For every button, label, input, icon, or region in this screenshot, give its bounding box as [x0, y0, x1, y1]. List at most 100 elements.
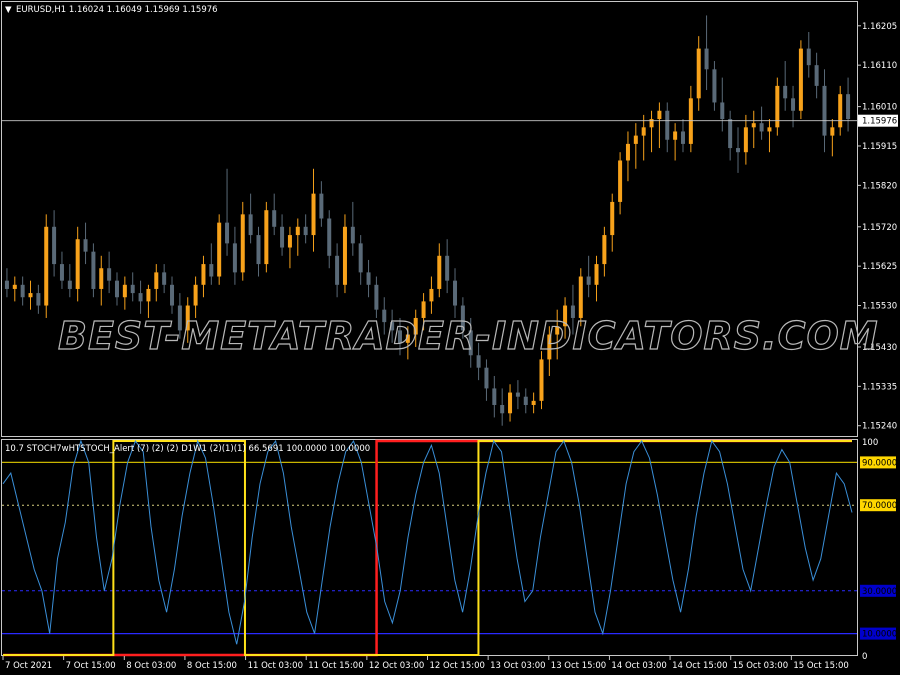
price-tick-label: 1.15720	[862, 223, 897, 233]
candle-body	[193, 284, 198, 306]
candle-body	[335, 255, 340, 285]
level-tag-label-90: 90.0000	[862, 458, 897, 468]
candle-body	[162, 272, 167, 285]
time-tick-label: 13 Oct 03:00	[490, 661, 545, 671]
candle-body	[264, 210, 269, 265]
time-tick-label: 12 Oct 15:00	[430, 661, 485, 671]
indicator-header: 10.7 STOCH7wHTSTOCH_Alert (7) (2) (2) D1…	[5, 444, 370, 454]
time-tick-label: 8 Oct 03:00	[126, 661, 176, 671]
candle-body	[319, 193, 324, 219]
indicator-tick-label: 100	[862, 438, 878, 448]
price-tick-label: 1.16010	[862, 103, 897, 113]
time-tick-label: 14 Oct 03:00	[611, 661, 666, 671]
candle-body	[170, 284, 175, 306]
candle	[539, 351, 544, 410]
level-tag-label-30: 30.0000	[862, 587, 897, 597]
candle-body	[287, 235, 292, 248]
candle-body	[680, 131, 685, 144]
candle-body	[358, 243, 363, 273]
candle-body	[515, 392, 520, 397]
candle-body	[209, 264, 214, 277]
candle-body	[44, 226, 49, 306]
candle-body	[791, 98, 796, 111]
candle-body	[342, 226, 347, 285]
candle-body	[798, 48, 803, 111]
chart-menu-arrow-icon[interactable]: ▼	[5, 5, 12, 15]
candle-body	[586, 276, 591, 285]
candle-body	[633, 135, 638, 144]
price-tick-label: 1.15335	[862, 382, 897, 392]
candle-body	[130, 284, 135, 294]
level-tag-label-10: 10.0000	[862, 630, 897, 640]
candle-body	[295, 226, 300, 236]
candle-body	[311, 193, 316, 236]
candle-body	[75, 239, 80, 289]
price-tick-label: 1.15820	[862, 181, 897, 191]
current-price-tag-label: 1.15976	[862, 117, 897, 127]
candle-body	[838, 94, 843, 128]
candle-body	[36, 293, 41, 306]
candle-body	[704, 48, 709, 70]
level-tag-label-70: 70.0000	[862, 501, 897, 511]
candle-body	[673, 131, 678, 140]
candle-body	[232, 243, 237, 273]
price-tick-label: 1.16110	[862, 61, 897, 71]
candle	[775, 77, 780, 136]
time-tick-label: 8 Oct 15:00	[187, 661, 237, 671]
candle-body	[806, 48, 811, 66]
candle-body	[146, 288, 151, 302]
candle-body	[696, 48, 701, 99]
price-tick-label: 1.16205	[862, 22, 897, 32]
candle-body	[500, 404, 505, 414]
candle-body	[59, 264, 64, 281]
time-tick-label: 7 Oct 2021	[5, 661, 52, 671]
candle-body	[437, 255, 442, 289]
candle-body	[201, 264, 206, 285]
chart-canvas[interactable]: 1.16205 1.16110 1.16010 1.15915 1.15820 1.157…	[0, 0, 900, 675]
time-tick-label: 12 Oct 03:00	[369, 661, 424, 671]
candle-body	[272, 210, 277, 227]
candle-body	[429, 288, 434, 302]
candle-body	[303, 226, 308, 236]
candle-body	[4, 280, 9, 289]
price-tick-label: 1.15915	[862, 142, 897, 152]
price-tick-label: 1.15240	[862, 422, 897, 432]
candle-body	[657, 110, 662, 120]
candle-body	[783, 85, 788, 99]
candle-body	[154, 272, 159, 289]
candle-body	[751, 123, 756, 128]
candle-body	[736, 148, 741, 153]
candle-body	[625, 143, 630, 161]
time-tick-label: 14 Oct 15:00	[672, 661, 727, 671]
candle-body	[641, 127, 646, 136]
candle-body	[846, 94, 851, 120]
time-tick-label: 15 Oct 03:00	[733, 661, 788, 671]
time-tick-label: 7 Oct 15:00	[66, 661, 116, 671]
candle-body	[523, 396, 528, 405]
candle-body	[767, 127, 772, 132]
candle-body	[822, 85, 827, 136]
time-tick-label: 13 Oct 15:00	[551, 661, 606, 671]
candle-body	[217, 222, 222, 277]
candle-body	[138, 293, 143, 302]
candle-body	[256, 235, 261, 265]
candle	[44, 214, 49, 318]
candle-body	[743, 127, 748, 153]
candle-body	[508, 392, 513, 414]
candle-body	[688, 98, 693, 144]
candle-body	[350, 226, 355, 244]
candle-body	[52, 226, 57, 265]
candle-body	[602, 235, 607, 265]
candle-body	[327, 218, 332, 256]
candle-body	[67, 280, 72, 289]
candle-body	[665, 110, 670, 140]
candle-body	[374, 284, 379, 310]
candle-body	[12, 284, 17, 289]
candle-body	[618, 160, 623, 202]
candle-body	[453, 280, 458, 306]
candle-body	[107, 268, 112, 281]
candle-body	[20, 284, 25, 298]
candle-body	[830, 127, 835, 136]
time-tick-label: 15 Oct 15:00	[793, 661, 848, 671]
candle-body	[366, 272, 371, 285]
